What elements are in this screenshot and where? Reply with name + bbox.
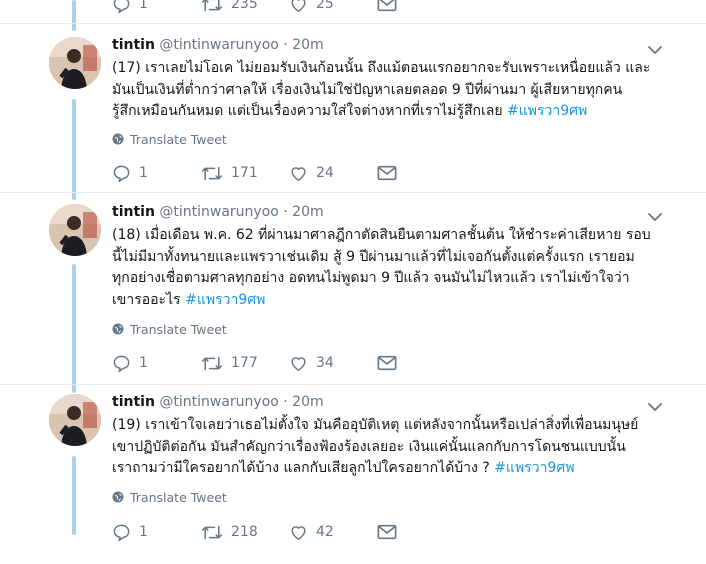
avatar[interactable] <box>49 37 101 89</box>
reply-button[interactable]: 1 <box>112 0 148 16</box>
reply-button[interactable]: 1 <box>112 520 148 544</box>
translate-tweet-link[interactable]: Translate Tweet <box>112 320 227 338</box>
retweet-count: 218 <box>231 524 258 540</box>
like-button[interactable]: 25 <box>289 0 334 16</box>
share-dm-button[interactable] <box>377 0 397 16</box>
like-count: 34 <box>316 355 334 371</box>
reply-count: 1 <box>139 165 148 181</box>
translate-label[interactable]: Translate Tweet <box>130 490 227 505</box>
like-count: 24 <box>316 165 334 181</box>
reply-count: 1 <box>139 524 148 540</box>
display-name[interactable]: tintin <box>112 204 155 220</box>
chevron-down-icon[interactable] <box>647 210 663 224</box>
previous-tweet-actions: 1 235 25 <box>112 0 412 16</box>
tweet-text-line: เราถามว่ามีใครอยากได้บ้าง แลกกับเสียลูกไ… <box>112 460 575 476</box>
envelope-icon <box>377 165 397 181</box>
hashtag-link[interactable]: #แพรวา9ศพ <box>507 103 587 119</box>
share-dm-button[interactable] <box>377 520 397 544</box>
timestamp[interactable]: · 20m <box>283 204 323 220</box>
envelope-icon <box>377 355 397 371</box>
tweet[interactable]: tintin @tintinwarunyoo · 20m (17) เราเลย… <box>0 37 706 207</box>
retweet-icon <box>201 525 223 539</box>
display-name[interactable]: tintin <box>112 394 155 410</box>
reply-count: 1 <box>139 355 148 371</box>
tweet-text: (19) เราเข้าใจเลยว่าเธอไม่ตั้งใจ มันคืออ… <box>112 415 672 480</box>
heart-icon <box>291 525 306 540</box>
reply-button[interactable]: 1 <box>112 351 148 375</box>
like-button[interactable]: 42 <box>289 520 334 544</box>
tweet[interactable]: tintin @tintinwarunyoo · 20m (18) เมื่อเ… <box>0 204 706 374</box>
envelope-icon <box>377 524 397 540</box>
hashtag-link[interactable]: #แพรวา9ศพ <box>494 460 574 476</box>
tweet-text-line: นี้ไม่มีมาทั้งทนายและแพรวาเช่นเดิม สู้ 9… <box>112 248 635 265</box>
tweet-header: tintin @tintinwarunyoo · 20m <box>112 394 324 416</box>
retweet-icon <box>201 356 223 370</box>
like-button[interactable]: 34 <box>289 351 334 375</box>
translate-label[interactable]: Translate Tweet <box>130 322 227 337</box>
reply-icon <box>113 524 130 541</box>
tweet-text: (17) เราเลยไม่โอเค ไม่ยอมรับเงินก้อนนั้น… <box>112 58 672 123</box>
retweet-count: 171 <box>231 165 258 181</box>
tweet-actions: 1 171 24 <box>112 161 412 185</box>
globe-icon <box>112 133 124 145</box>
tweet-text-line: (17) เราเลยไม่โอเค ไม่ยอมรับเงินก้อนนั้น… <box>112 60 651 76</box>
share-dm-button[interactable] <box>377 161 397 185</box>
tweet-text-line: (18) เมื่อเดือน พ.ค. 62 ที่ผ่านมาศาลฎีกา… <box>112 227 651 243</box>
translate-label[interactable]: Translate Tweet <box>130 132 227 147</box>
timestamp[interactable]: · 20m <box>283 394 323 410</box>
retweet-button[interactable]: 235 <box>201 0 258 16</box>
tweet-text-line: รู้สึกเหมือนกันหมด แต่เป็นเรื่องความใส่ใ… <box>112 103 588 119</box>
envelope-icon <box>377 0 397 12</box>
retweet-button[interactable]: 177 <box>201 351 258 375</box>
reply-icon <box>113 165 130 182</box>
timestamp[interactable]: · 20m <box>283 37 323 53</box>
hashtag-link[interactable]: #แพรวา9ศพ <box>185 292 265 308</box>
retweet-count: 177 <box>231 355 258 371</box>
retweet-button[interactable]: 171 <box>201 161 258 185</box>
translate-tweet-link[interactable]: Translate Tweet <box>112 488 227 506</box>
globe-icon <box>112 491 124 503</box>
retweet-count: 235 <box>231 0 258 12</box>
tweet-divider <box>0 23 706 24</box>
tweet-text-line: เขาปฏิบัติต่อกัน มันสำคัญกว่าเรื่องฟ้องร… <box>112 438 626 455</box>
avatar[interactable] <box>49 204 101 256</box>
tweet-text: (18) เมื่อเดือน พ.ค. 62 ที่ผ่านมาศาลฎีกา… <box>112 225 672 311</box>
display-name[interactable]: tintin <box>112 37 155 53</box>
tweet[interactable]: tintin @tintinwarunyoo · 20m (19) เราเข้… <box>0 394 706 564</box>
chevron-down-icon[interactable] <box>647 43 663 57</box>
tweet-header: tintin @tintinwarunyoo · 20m <box>112 204 324 226</box>
user-handle[interactable]: @tintinwarunyoo <box>159 394 278 410</box>
like-button[interactable]: 24 <box>289 161 334 185</box>
user-handle[interactable]: @tintinwarunyoo <box>159 204 278 220</box>
tweet-divider <box>0 384 706 385</box>
reply-button[interactable]: 1 <box>112 161 148 185</box>
reply-count: 1 <box>139 0 148 12</box>
tweet-text-line: เขารออะไร #แพรวา9ศพ <box>112 291 266 308</box>
heart-icon <box>291 356 306 371</box>
tweet-divider <box>0 192 706 193</box>
heart-icon <box>291 166 306 181</box>
share-dm-button[interactable] <box>377 351 397 375</box>
retweet-icon <box>201 166 223 180</box>
like-count: 25 <box>316 0 334 12</box>
like-count: 42 <box>316 524 334 540</box>
reply-icon <box>113 0 130 13</box>
globe-icon <box>112 323 124 335</box>
tweet-actions: 1 218 42 <box>112 520 412 544</box>
avatar[interactable] <box>49 394 101 446</box>
heart-icon <box>291 0 306 12</box>
reply-icon <box>113 355 130 372</box>
tweet-header: tintin @tintinwarunyoo · 20m <box>112 37 324 59</box>
tweet-text-line: มันเป็นเงินที่ต่ำกว่าศาลให้ เรื่องเงินไม… <box>112 81 623 98</box>
retweet-button[interactable]: 218 <box>201 520 258 544</box>
tweet-actions: 1 177 34 <box>112 351 412 375</box>
tweet-text-line: ทุกอย่างเชื่อตามศาลทุกอย่าง อดทนไม่พูดมา… <box>112 270 630 286</box>
retweet-icon <box>201 0 223 11</box>
thread-connector-line <box>72 0 76 31</box>
tweet-text-line: (19) เราเข้าใจเลยว่าเธอไม่ตั้งใจ มันคืออ… <box>112 417 639 433</box>
chevron-down-icon[interactable] <box>647 400 663 414</box>
user-handle[interactable]: @tintinwarunyoo <box>159 37 278 53</box>
translate-tweet-link[interactable]: Translate Tweet <box>112 130 227 148</box>
